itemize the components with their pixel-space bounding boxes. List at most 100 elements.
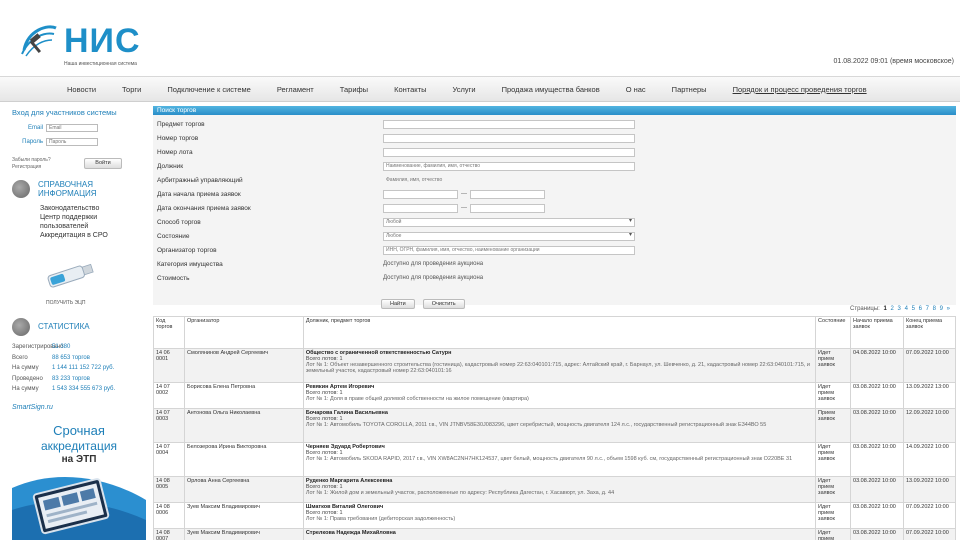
col-start[interactable]: Начало приема заявок: [850, 316, 904, 349]
table-header-row: Код торгов Организатор Должник, предмет …: [153, 316, 957, 349]
nav-item-connect[interactable]: Подключение к системе: [154, 85, 264, 94]
organizer-input[interactable]: ИНН, ОГРН, фамилия, имя, отчество, наиме…: [383, 245, 635, 255]
cell-debtor[interactable]: Черняев Эдуард Робертович Всего лотов: 1…: [302, 442, 817, 477]
info-link-support[interactable]: Центр поддержки: [40, 213, 108, 222]
pager-page[interactable]: 4: [905, 306, 908, 312]
info-link-legislation[interactable]: Законодательство: [40, 204, 108, 213]
cell-code[interactable]: 14 08 0005: [153, 476, 185, 503]
pager-page[interactable]: 5: [912, 306, 915, 312]
pager-page[interactable]: 2: [891, 306, 894, 312]
email-input[interactable]: [46, 124, 98, 132]
pager-page[interactable]: 3: [898, 306, 901, 312]
start-date-from-input[interactable]: [383, 189, 458, 199]
subject-label: Предмет торгов: [157, 120, 205, 128]
cell-debtor[interactable]: Шматков Виталий Олегович Всего лотов: 1 …: [302, 502, 817, 529]
pager-next[interactable]: »: [947, 306, 950, 312]
cell-debtor[interactable]: Бочарова Галина Васильевна Всего лотов: …: [302, 408, 817, 443]
form-row-start-date: Дата начала приема заявок —: [157, 188, 947, 200]
nav-item-services[interactable]: Услуги: [439, 85, 488, 94]
pager-page[interactable]: 9: [940, 306, 943, 312]
table-row[interactable]: 14 07 0003 Антонова Ольга Николаевна Боч…: [153, 408, 957, 443]
start-date-to-input[interactable]: [470, 189, 545, 199]
pager-page[interactable]: 7: [926, 306, 929, 312]
table-row[interactable]: 14 08 0005 Орлова Анна Сергеевна Руденко…: [153, 476, 957, 503]
info-link-users[interactable]: пользователей: [40, 222, 108, 231]
cell-debtor[interactable]: Ревякин Артем Игоревич Всего лотов: 1 Ло…: [302, 382, 817, 409]
table-row[interactable]: 14 08 0007 Зуев Максим Владимирович Стре…: [153, 528, 957, 540]
col-state[interactable]: Состояние: [815, 316, 852, 349]
cell-start: 03.08.2022 10:00: [850, 442, 904, 477]
nav-item-news[interactable]: Новости: [54, 85, 109, 94]
table-row[interactable]: 14 07 0002 Борисова Елена Петровна Ревяк…: [153, 382, 957, 409]
forgot-password-link[interactable]: Забыли пароль?: [12, 157, 51, 164]
nav-item-procedure[interactable]: Порядок и процесс проведения торгов: [720, 85, 880, 94]
method-select[interactable]: Любой: [383, 217, 635, 227]
form-row-end-date: Дата окончания приема заявок —: [157, 202, 947, 214]
col-end[interactable]: Конец приема заявок: [902, 316, 957, 349]
logo[interactable]: НИС Наша инвестиционная система: [18, 18, 158, 68]
nav-item-rules[interactable]: Регламент: [264, 85, 327, 94]
nav-item-about[interactable]: О нас: [613, 85, 659, 94]
cell-code[interactable]: 14 07 0003: [153, 408, 185, 443]
get-signature-label[interactable]: ПОЛУЧИТЬ ЭЦП: [46, 300, 85, 306]
pager-page[interactable]: 8: [933, 306, 936, 312]
cell-start: 03.08.2022 10:00: [850, 502, 904, 529]
register-link[interactable]: Регистрация: [12, 164, 51, 171]
col-organizer[interactable]: Организатор: [183, 316, 304, 349]
auction-number-input[interactable]: [383, 133, 635, 143]
state-select[interactable]: Любое: [383, 231, 635, 241]
table-row[interactable]: 14 06 0001 Смолянинов Андрей Сергеевич О…: [153, 348, 957, 383]
cell-code[interactable]: 14 07 0002: [153, 382, 185, 409]
pager-page[interactable]: 6: [919, 306, 922, 312]
price-value[interactable]: Доступно для проведения аукциона: [383, 275, 483, 281]
cell-code[interactable]: 14 08 0006: [153, 502, 185, 529]
cell-organizer: Орлова Анна Сергеевна: [183, 476, 304, 503]
table-row[interactable]: 14 08 0006 Зуев Максим Владимирович Шмат…: [153, 502, 957, 529]
nav-item-contacts[interactable]: Контакты: [381, 85, 439, 94]
cell-debtor[interactable]: Руденко Маргарита Алексеевна Всего лотов…: [302, 476, 817, 503]
method-label: Способ торгов: [157, 218, 201, 226]
auctions-table: Код торгов Организатор Должник, предмет …: [153, 316, 957, 540]
cell-debtor[interactable]: Общество с ограниченной ответственностью…: [302, 348, 817, 383]
login-button[interactable]: Войти: [84, 158, 122, 169]
col-debtor[interactable]: Должник, предмет торгов: [302, 316, 817, 349]
lot-number-label: Номер лота: [157, 148, 193, 156]
cell-end: 07.09.2022 10:00: [902, 502, 957, 529]
cell-code[interactable]: 14 06 0001: [153, 348, 185, 383]
form-row-method: Способ торгов Любой: [157, 216, 947, 228]
form-row-state: Состояние Любое: [157, 230, 947, 242]
banner-line2: аккредитация: [40, 439, 118, 453]
debtor-input[interactable]: Наименование, фамилия, имя, отчество: [383, 161, 635, 171]
table-row[interactable]: 14 07 0004 Белозерова Ирина Викторовна Ч…: [153, 442, 957, 477]
cell-end: 12.09.2022 10:00: [902, 408, 957, 443]
nav-item-auctions[interactable]: Торги: [109, 85, 154, 94]
nav-item-tariffs[interactable]: Тарифы: [327, 85, 381, 94]
end-date-to-input[interactable]: [470, 203, 545, 213]
info-link-accreditation[interactable]: Аккредитация в СРО: [40, 231, 108, 240]
stats-row: Зарегистрировано 51 380: [12, 344, 71, 350]
usb-token-icon[interactable]: [42, 260, 100, 290]
password-input[interactable]: [46, 138, 98, 146]
logo-text: НИС: [64, 22, 141, 60]
accreditation-banner[interactable]: SmartSign.ru Срочная аккредитация на ЭТП: [12, 404, 146, 540]
end-date-from-input[interactable]: [383, 203, 458, 213]
col-code[interactable]: Код торгов: [153, 316, 185, 349]
nav-item-bank-property[interactable]: Продажа имущества банков: [489, 85, 613, 94]
stats-list: Зарегистрировано 51 380 Всего 88 653 торго…: [12, 342, 115, 395]
search-button[interactable]: Найти: [381, 299, 415, 309]
reset-button[interactable]: Очистить: [422, 299, 465, 309]
category-value[interactable]: Доступно для проведения аукциона: [383, 261, 483, 267]
stats-globe-icon: [12, 318, 30, 336]
lot-number-input[interactable]: [383, 147, 635, 157]
cell-end: 13.09.2022 13:00: [902, 382, 957, 409]
cell-code[interactable]: 14 08 0007: [153, 528, 185, 540]
cell-code[interactable]: 14 07 0004: [153, 442, 185, 477]
manager-input[interactable]: Фамилия, имя, отчество: [383, 176, 635, 185]
state-select-value: Любое: [386, 232, 402, 239]
subject-input[interactable]: [383, 119, 635, 129]
cell-debtor[interactable]: Стрелкова Надежда Михайловна: [302, 528, 817, 540]
password-label: Пароль: [22, 139, 43, 145]
lot-title[interactable]: Стрелкова Надежда Михайловна: [306, 530, 813, 536]
nav-item-partners[interactable]: Партнеры: [659, 85, 720, 94]
logo-mark-icon: [21, 25, 57, 57]
